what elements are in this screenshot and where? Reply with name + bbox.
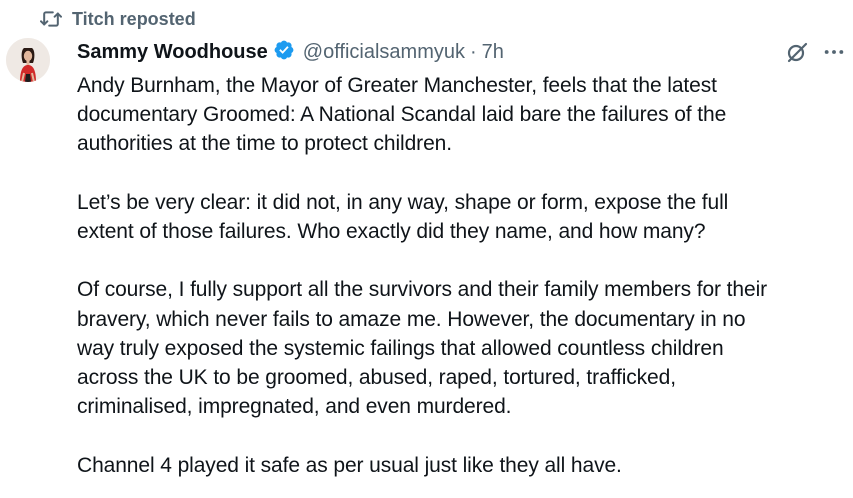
post-line: across the UK to be groomed, abused, rap… — [77, 366, 676, 389]
post-line: Let’s be very clear: it did not, in any … — [77, 190, 729, 214]
post-paragraph: Andy Burnham, the Mayor of Greater Manch… — [77, 71, 853, 159]
post-line: Channel 4 played it safe as per usual ju… — [77, 453, 622, 477]
separator-dot: · — [469, 40, 477, 63]
post-line: Andy Burnham, the Mayor of Greater Manch… — [77, 74, 717, 97]
post-line: criminalised, impregnated, and even murd… — [77, 395, 512, 419]
post-line: documentary Groomed: A National Scandal … — [77, 103, 727, 127]
avatar[interactable] — [6, 38, 50, 82]
post-line: extent of those failures. Who exactly di… — [77, 220, 706, 243]
post-paragraph: Of course, I fully support all the survi… — [77, 275, 853, 421]
post-paragraph: Channel 4 played it safe as per usual ju… — [77, 451, 853, 480]
author-handle[interactable]: @officialsammyuk — [303, 41, 465, 64]
repost-indicator[interactable]: Titch reposted — [40, 6, 196, 32]
post-line: bravery, which never fails to amaze me. … — [77, 307, 746, 331]
post-line: Of course, I fully support all the survi… — [77, 278, 768, 302]
more-icon[interactable] — [823, 41, 845, 68]
post-line: way truly exposed the systemic failings … — [77, 336, 724, 360]
repost-icon — [40, 9, 62, 29]
post-header: Sammy Woodhouse @officialsammyuk · 7h — [77, 38, 504, 66]
post-actions — [785, 40, 845, 69]
post-paragraph: Let’s be very clear: it did not, in any … — [77, 188, 853, 246]
repost-label: Titch reposted — [72, 8, 196, 29]
post-timestamp[interactable]: 7h — [482, 41, 504, 64]
grok-icon[interactable] — [785, 40, 809, 69]
post-text: Andy Burnham, the Mayor of Greater Manch… — [77, 71, 853, 480]
post-line: authorities at the time to protect child… — [77, 132, 452, 156]
verified-badge-icon[interactable] — [273, 39, 295, 66]
author-name[interactable]: Sammy Woodhouse — [77, 41, 268, 64]
